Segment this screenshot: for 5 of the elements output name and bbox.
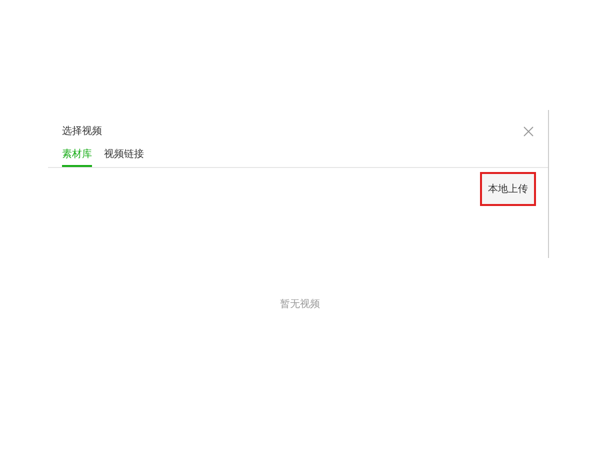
dialog-title: 选择视频: [62, 124, 102, 138]
tab[interactable]: 视频链接: [104, 147, 144, 167]
close-icon[interactable]: [523, 126, 534, 136]
empty-message: 暂无视频: [280, 299, 320, 310]
upload-button[interactable]: 本地上传: [480, 172, 536, 206]
